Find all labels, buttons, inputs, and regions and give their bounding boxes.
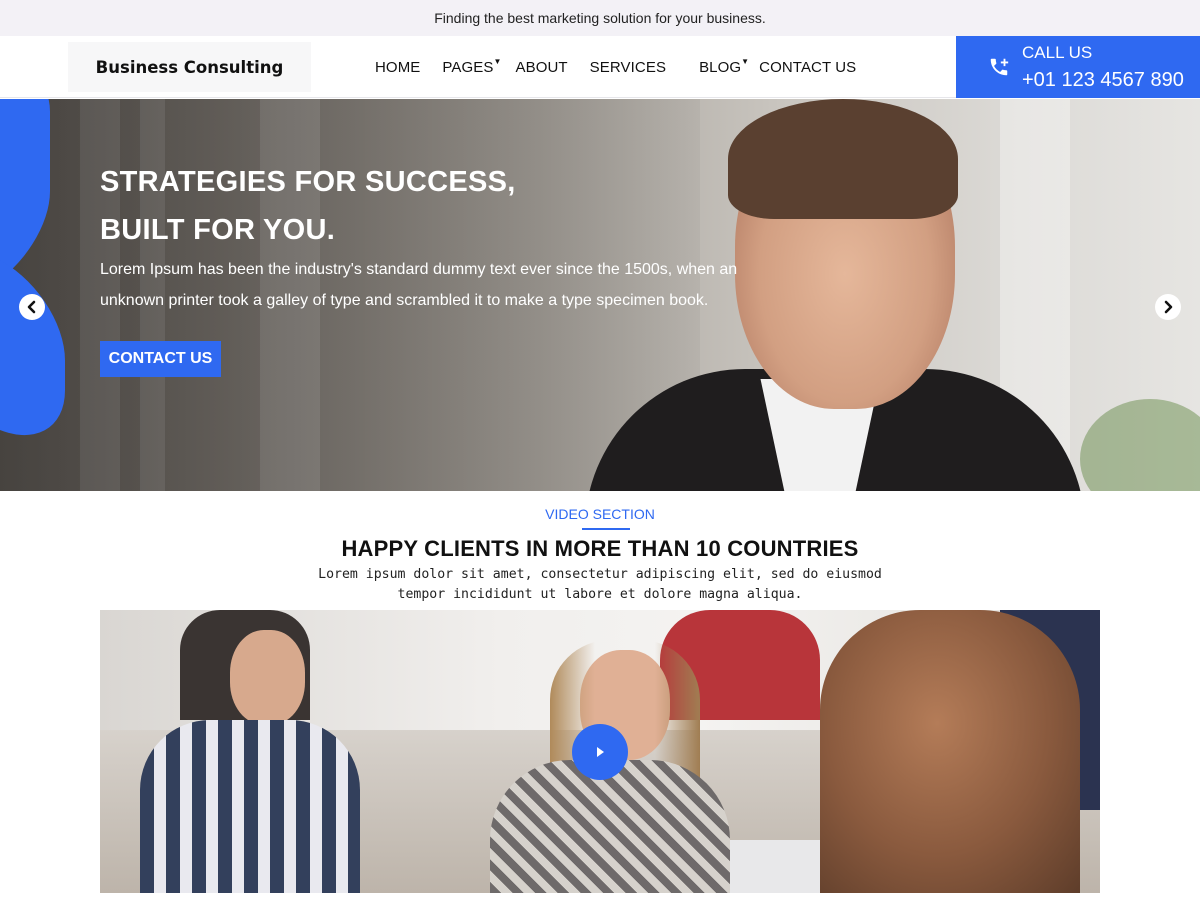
dropdown-caret-icon: ▼: [493, 56, 502, 66]
play-icon: [597, 747, 604, 757]
video-person-cardigan: [490, 760, 730, 893]
hero-person-hair: [728, 99, 958, 219]
nav-contact-us[interactable]: CONTACT US: [759, 59, 856, 76]
phone-number[interactable]: +01 123 4567 890: [1022, 69, 1184, 92]
call-us-box[interactable]: CALL US +01 123 4567 890: [956, 36, 1200, 98]
main-nav: HOME PAGES ▼ ABOUT SERVICES BLOG ▼ CONTACT…: [375, 36, 878, 98]
announcement-text: Finding the best marketing solution for …: [434, 10, 766, 26]
call-us-label: CALL US: [1022, 43, 1093, 62]
section-label-underline: [582, 528, 630, 530]
section-description: Lorem ipsum dolor sit amet, consectetur …: [318, 567, 882, 602]
hero-title-line-1: STRATEGIES FOR SUCCESS,: [100, 166, 516, 198]
hero-title: STRATEGIES FOR SUCCESS, BUILT FOR YOU.: [100, 158, 516, 254]
site-header: Business Consulting HOME PAGES ▼ ABOUT SE…: [0, 36, 1200, 98]
video-person-plaid-shirt: [140, 720, 360, 893]
video-person-face: [230, 630, 305, 725]
chevron-left-icon: [27, 300, 36, 314]
slider-next-button[interactable]: [1155, 294, 1181, 320]
nav-home[interactable]: HOME: [375, 59, 420, 76]
nav-blog[interactable]: BLOG ▼: [699, 57, 749, 76]
chevron-right-icon: [1164, 300, 1173, 314]
site-logo[interactable]: Business Consulting: [68, 42, 311, 92]
play-video-button[interactable]: [572, 724, 628, 780]
video-person-foreground-hair: [820, 610, 1080, 893]
hero-description: Lorem Ipsum has been the industry's stan…: [100, 261, 738, 309]
phone-plus-icon: [990, 58, 1009, 76]
hero-contact-button[interactable]: CONTACT US: [100, 341, 221, 377]
logo-text: Business Consulting: [95, 57, 284, 77]
section-label: VIDEO SECTION: [545, 506, 655, 522]
nav-pages[interactable]: PAGES ▼: [442, 57, 501, 76]
slider-prev-button[interactable]: [19, 294, 45, 320]
hero-title-line-2: BUILT FOR YOU.: [100, 214, 336, 246]
nav-about[interactable]: ABOUT: [515, 59, 567, 76]
background-plant: [1080, 399, 1200, 491]
dropdown-caret-icon: ▼: [741, 56, 750, 66]
top-announcement-bar: Finding the best marketing solution for …: [0, 0, 1200, 36]
nav-services[interactable]: SERVICES: [590, 59, 666, 76]
section-title: HAPPY CLIENTS IN MORE THAN 10 COUNTRIES: [341, 536, 859, 561]
